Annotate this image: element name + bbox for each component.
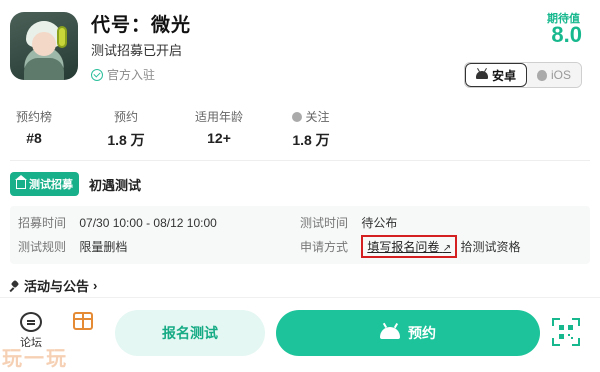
bottom-action-bar: 论坛 报名测试 预约 bbox=[0, 297, 600, 372]
recruit-time-value: 07/30 10:00 - 08/12 10:00 bbox=[79, 216, 217, 230]
game-title: 代号：微光 bbox=[91, 15, 192, 36]
platform-ios-button[interactable]: iOS bbox=[526, 63, 581, 87]
stat-label: 适用年龄 bbox=[194, 110, 243, 124]
official-label: 官方入驻 bbox=[107, 68, 156, 82]
qr-scan-icon[interactable] bbox=[552, 318, 580, 346]
section-divider bbox=[10, 160, 590, 161]
test-time-value: 待公布 bbox=[361, 216, 398, 230]
verified-check-icon bbox=[91, 68, 103, 81]
test-heading: 测试招募 初遇测试 bbox=[10, 172, 141, 196]
stat-value: 1.8 万 bbox=[107, 132, 145, 148]
recruit-time-label: 招募时间 bbox=[18, 216, 67, 230]
official-badge: 官方入驻 bbox=[91, 66, 155, 83]
stat-value: 12+ bbox=[207, 130, 231, 146]
test-time-label: 测试时间 bbox=[300, 216, 349, 230]
stat-label: 关注 bbox=[288, 108, 334, 125]
test-info-panel: 招募时间 07/30 10:00 - 08/12 10:00 测试时间 待公布 … bbox=[10, 206, 590, 264]
platform-android-label: 安卓 bbox=[491, 68, 516, 83]
apple-icon bbox=[536, 69, 547, 81]
apply-suffix: 拾测试资格 bbox=[460, 240, 521, 254]
rules-row: 测试规则 限量删档 bbox=[18, 238, 127, 255]
rules-value: 限量删档 bbox=[79, 240, 128, 254]
android-icon bbox=[475, 71, 488, 79]
stat-value: 1.8 万 bbox=[292, 132, 330, 148]
android-icon bbox=[380, 327, 400, 339]
stat-value: #8 bbox=[26, 130, 42, 146]
pin-icon bbox=[10, 281, 20, 291]
stat-age-rating: 适用年龄 12+ bbox=[190, 108, 248, 146]
announcements-link[interactable]: 活动与公告 › bbox=[10, 276, 97, 295]
stat-label: 预约 bbox=[113, 110, 138, 124]
game-app-icon bbox=[10, 12, 78, 80]
recruit-time-row: 招募时间 07/30 10:00 - 08/12 10:00 bbox=[18, 214, 217, 231]
gift-icon bbox=[73, 312, 93, 330]
platform-ios-label: iOS bbox=[550, 68, 571, 82]
stats-row: 预约榜 #8 预约 1.8 万 适用年龄 12+ 关注 1.8 万 bbox=[0, 108, 600, 152]
recruit-icon bbox=[15, 174, 27, 189]
stat-reservations: 预约 1.8 万 bbox=[105, 108, 147, 150]
signup-test-button[interactable]: 报名测试 bbox=[115, 310, 265, 356]
gift-button[interactable] bbox=[66, 312, 100, 330]
game-header: 代号：微光 测试招募已开启 官方入驻 期待值 8.0 安卓 iOS bbox=[0, 0, 600, 96]
recruit-status: 测试招募已开启 bbox=[91, 43, 183, 58]
test-time-row: 测试时间 待公布 bbox=[300, 214, 397, 231]
stat-rank[interactable]: 预约榜 #8 bbox=[14, 108, 54, 146]
chevron-right-icon: › bbox=[93, 278, 98, 293]
test-recruit-badge: 测试招募 bbox=[10, 172, 79, 196]
external-link-icon: ↗ bbox=[442, 243, 452, 254]
site-watermark: 玩一玩 bbox=[2, 346, 68, 370]
questionnaire-link[interactable]: 填写报名问卷 ↗ bbox=[361, 235, 458, 258]
stat-label: 预约榜 bbox=[15, 110, 52, 124]
test-name: 初遇测试 bbox=[89, 177, 142, 193]
apply-row: 申请方式 填写报名问卷 ↗ 拾测试资格 bbox=[300, 235, 520, 258]
announcements-label: 活动与公告 bbox=[24, 279, 90, 294]
reserve-button[interactable]: 预约 bbox=[276, 310, 540, 356]
forum-icon bbox=[20, 312, 42, 332]
platform-android-button[interactable]: 安卓 bbox=[464, 63, 527, 87]
rules-label: 测试规则 bbox=[18, 240, 67, 254]
apply-label: 申请方式 bbox=[300, 240, 349, 254]
platform-switcher: 安卓 iOS bbox=[463, 62, 582, 88]
stat-follow[interactable]: 关注 1.8 万 bbox=[288, 108, 334, 150]
follow-icon bbox=[292, 111, 303, 122]
expectation-score: 8.0 bbox=[551, 22, 582, 47]
